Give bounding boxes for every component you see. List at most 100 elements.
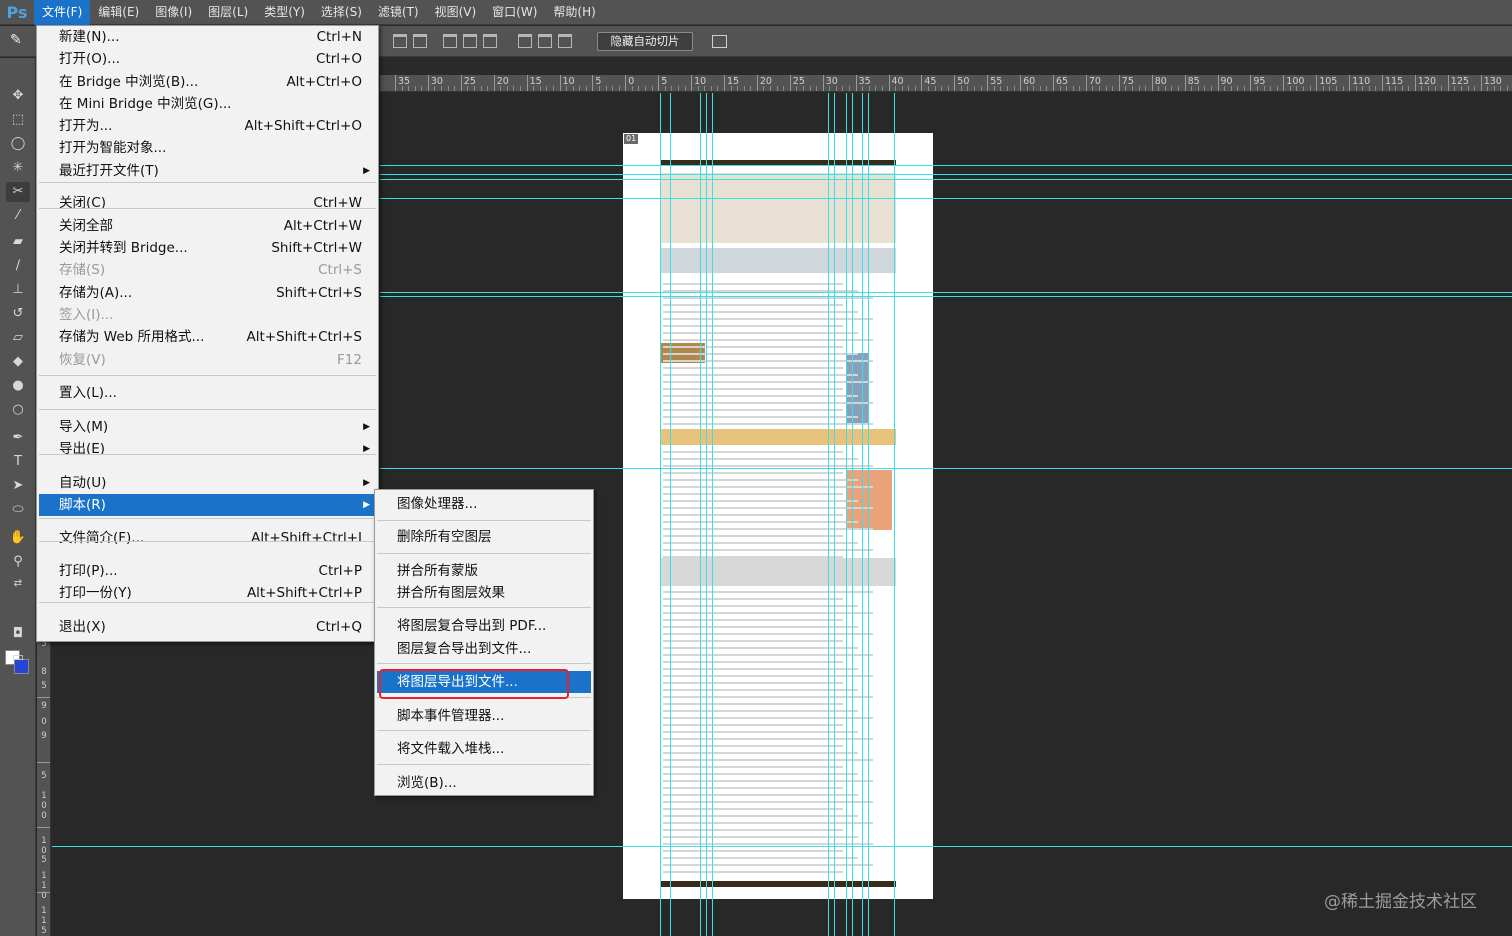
file-menu-item-print-one-copy[interactable]: 打印一份(Y) Alt+Shift+Ctrl+P (39, 582, 376, 604)
scripts-item-script-events-manager[interactable]: 脚本事件管理器... (377, 705, 591, 727)
file-menu-item-open-as[interactable]: 打开为... Alt+Shift+Ctrl+O (39, 115, 376, 137)
menu-item-label: 存储为(A)... (59, 285, 133, 301)
distribute-top-icon[interactable] (443, 34, 457, 48)
file-menu-item-automate[interactable]: 自动(U) ▶ (39, 472, 376, 494)
file-menu-item-close-and-go-to-bridge[interactable]: 关闭并转到 Bridge... Shift+Ctrl+W (39, 237, 376, 259)
menu-image[interactable]: 图像(I) (147, 0, 200, 25)
menu-item-label: 脚本事件管理器... (397, 708, 505, 724)
horizontal-guide[interactable] (380, 468, 1512, 469)
horizontal-guide[interactable] (380, 198, 1512, 199)
ruler-tick-label: 8 (41, 667, 47, 677)
scripts-item-browse[interactable]: 浏览(B)... (377, 772, 591, 794)
file-menu-item-browse-in-bridge[interactable]: 在 Bridge 中浏览(B)... Alt+Ctrl+O (39, 71, 376, 93)
hand-icon[interactable]: ✋ (6, 528, 30, 548)
scripts-item-image-processor[interactable]: 图像处理器... (377, 493, 591, 515)
history-brush-icon[interactable]: ↺ (6, 304, 30, 324)
slice-select-tool-icon[interactable]: ✎ (10, 32, 34, 50)
menu-file[interactable]: 文件(F) (34, 0, 91, 25)
ruler-tick: 85 (1184, 75, 1200, 91)
vertical-guide[interactable] (828, 93, 829, 936)
menu-view[interactable]: 视图(V) (427, 0, 485, 25)
horizontal-guide[interactable] (380, 174, 1512, 175)
file-menu-item-save-for-web[interactable]: 存储为 Web 所用格式... Alt+Shift+Ctrl+S (39, 326, 376, 348)
horizontal-guide[interactable] (380, 292, 1512, 293)
eraser-icon[interactable]: ▱ (6, 328, 30, 348)
file-menu-item-save-as[interactable]: 存储为(A)... Shift+Ctrl+S (39, 282, 376, 304)
align-left-icon[interactable] (518, 34, 532, 48)
menu-filter[interactable]: 滤镜(T) (370, 0, 427, 25)
scripts-item-layer-comps-to-files[interactable]: 图层复合导出到文件... (377, 638, 591, 660)
hide-auto-slices-button[interactable]: 隐藏自动切片 (597, 32, 693, 51)
vertical-guide[interactable] (846, 93, 847, 936)
menu-help[interactable]: 帮助(H) (545, 0, 603, 25)
scripts-item-load-files-into-stack[interactable]: 将文件载入堆栈... (377, 738, 591, 760)
horizontal-guide[interactable] (380, 179, 1512, 180)
scripts-item-flatten-all-layer-effects[interactable]: 拼合所有图层效果 (377, 582, 591, 604)
pen-icon[interactable]: ✒ (6, 428, 30, 448)
file-menu-item-close[interactable]: 关闭(C) Ctrl+W (39, 192, 376, 214)
eyedropper-icon[interactable]: ⁄ (6, 206, 30, 226)
clone-stamp-icon[interactable]: ⊥ (6, 280, 30, 300)
scripts-item-delete-empty-layers[interactable]: 删除所有空图层 (377, 526, 591, 548)
file-menu-item-open-recent[interactable]: 最近打开文件(T) ▶ (39, 160, 376, 182)
blur-icon[interactable]: ● (6, 376, 30, 396)
dodge-icon[interactable]: ○ (6, 400, 30, 420)
zoom-icon[interactable]: ⚲ (6, 552, 30, 572)
menu-edit[interactable]: 编辑(E) (90, 0, 147, 25)
marquee-icon[interactable]: ⬚ (6, 110, 30, 130)
file-menu-item-file-info[interactable]: 文件简介(F)... Alt+Shift+Ctrl+I (39, 527, 376, 549)
vertical-guide[interactable] (862, 93, 863, 936)
scripts-item-layer-comps-to-pdf[interactable]: 将图层复合导出到 PDF... (377, 615, 591, 637)
file-menu-item-export[interactable]: 导出(E) ▶ (39, 438, 376, 460)
vertical-guide[interactable] (834, 93, 835, 936)
move-icon[interactable]: ✥ (6, 86, 30, 106)
magic-wand-icon[interactable]: ✳ (6, 158, 30, 178)
file-menu-item-print[interactable]: 打印(P)... Ctrl+P (39, 560, 376, 582)
distribute-bottom-icon[interactable] (483, 34, 497, 48)
file-menu-item-browse-in-mini-bridge[interactable]: 在 Mini Bridge 中浏览(G)... (39, 93, 376, 115)
doc-text-row (663, 640, 843, 642)
file-menu-item-scripts[interactable]: 脚本(R) ▶ (39, 494, 376, 516)
swap-colors-icon[interactable]: ⇄ (6, 574, 30, 594)
slice-icon[interactable]: ✂ (6, 182, 30, 202)
slice-options-icon[interactable] (712, 35, 727, 48)
file-menu-item-exit[interactable]: 退出(X) Ctrl+Q (39, 616, 376, 638)
align-top-icon[interactable] (393, 34, 407, 48)
menu-window[interactable]: 窗口(W) (484, 0, 545, 25)
vertical-guide[interactable] (852, 93, 853, 936)
horizontal-guide[interactable] (380, 165, 1512, 166)
align-right-icon[interactable] (558, 34, 572, 48)
shape-icon[interactable]: ⬭ (6, 500, 30, 520)
menu-select[interactable]: 选择(S) (313, 0, 370, 25)
type-icon[interactable]: T (6, 452, 30, 472)
horizontal-guide[interactable] (380, 296, 1512, 297)
vertical-guide[interactable] (660, 93, 661, 936)
horizontal-guide[interactable] (52, 846, 1512, 847)
vertical-guide[interactable] (706, 93, 707, 936)
file-menu-item-place[interactable]: 置入(L)... (39, 382, 376, 404)
paint-bucket-icon[interactable]: ◆ (6, 352, 30, 372)
vertical-guide[interactable] (868, 93, 869, 936)
file-menu-item-open-as-smart-object[interactable]: 打开为智能对象... (39, 137, 376, 159)
path-select-icon[interactable]: ➤ (6, 476, 30, 496)
scripts-item-flatten-all-masks[interactable]: 拼合所有蒙版 (377, 560, 591, 582)
vertical-guide[interactable] (894, 93, 895, 936)
menu-item-label: 拼合所有蒙版 (397, 563, 478, 579)
menu-layer[interactable]: 图层(L) (200, 0, 256, 25)
file-menu-item-open[interactable]: 打开(O)... Ctrl+O (39, 48, 376, 70)
align-hcenter-icon[interactable] (538, 34, 552, 48)
file-menu-item-import[interactable]: 导入(M) ▶ (39, 416, 376, 438)
distribute-vcenter-icon[interactable] (463, 34, 477, 48)
vertical-guide[interactable] (712, 93, 713, 936)
file-menu-item-close-all[interactable]: 关闭全部 Alt+Ctrl+W (39, 215, 376, 237)
file-menu-item-new[interactable]: 新建(N)... Ctrl+N (39, 26, 376, 48)
quick-mask-icon[interactable]: ◘ (6, 624, 30, 644)
vertical-guide[interactable] (670, 93, 671, 936)
screen-mode-icon[interactable]: ▭ (6, 648, 30, 668)
align-vcenter-icon[interactable] (413, 34, 427, 48)
brush-icon[interactable]: ∕ (6, 256, 30, 276)
lasso-icon[interactable]: ◯ (6, 134, 30, 154)
vertical-guide[interactable] (700, 93, 701, 936)
menu-type[interactable]: 类型(Y) (256, 0, 313, 25)
healing-brush-icon[interactable]: ▰ (6, 232, 30, 252)
